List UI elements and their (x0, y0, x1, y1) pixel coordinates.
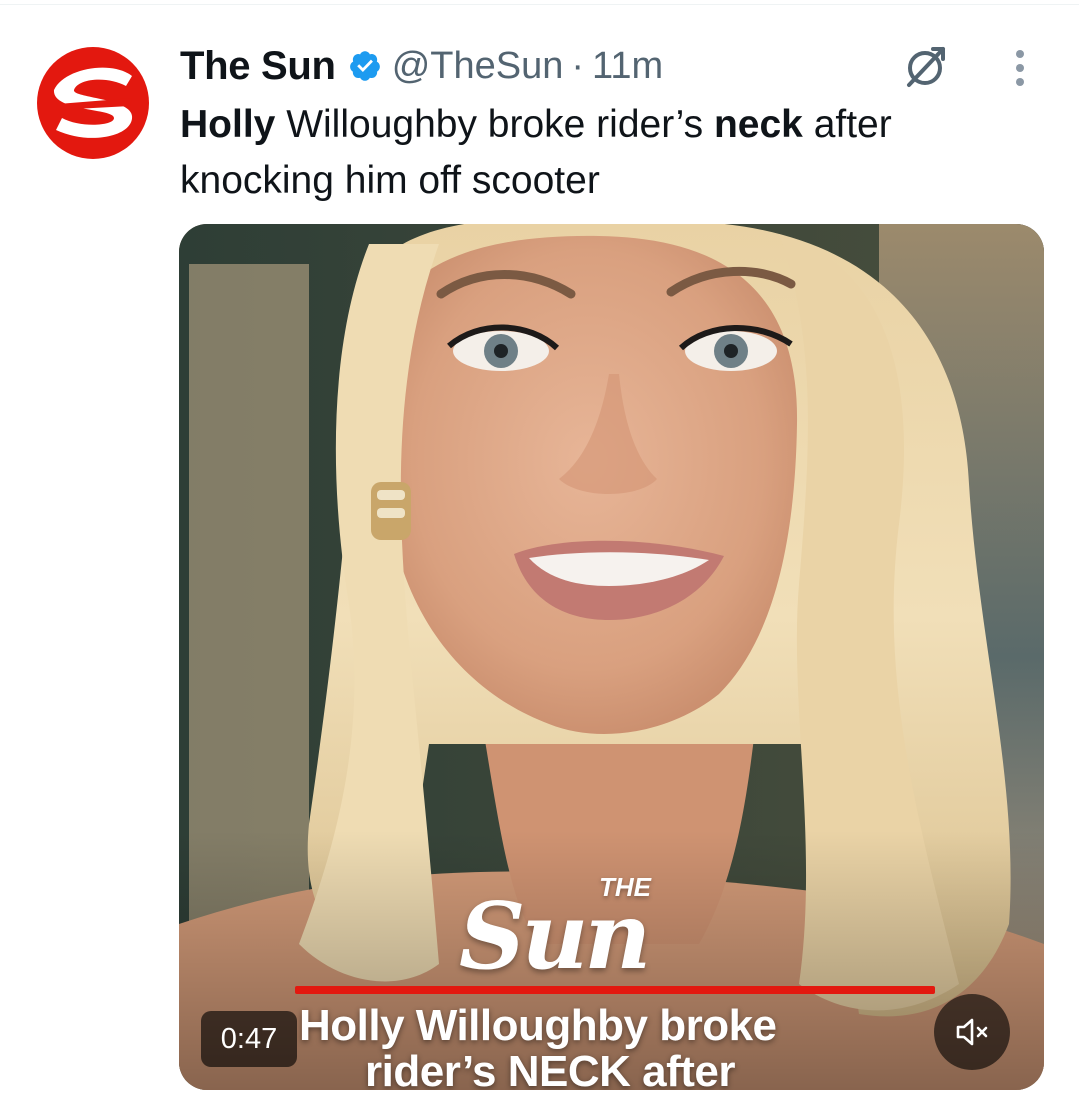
speaker-muted-icon (956, 1018, 988, 1046)
verified-badge-icon (348, 49, 382, 83)
tweet-text: Holly Willoughby broke rider’s neck afte… (180, 97, 1040, 209)
caption-line-2: rider’s NECK after (365, 1047, 736, 1091)
author-name[interactable]: The Sun (180, 44, 336, 89)
timestamp[interactable]: 11m (592, 45, 663, 88)
grok-icon (907, 47, 945, 87)
author-handle[interactable]: @TheSun (392, 45, 564, 88)
separator-dot: · (571, 44, 585, 87)
video-caption: Holly Willoughby broke rider’s NECK afte… (299, 1001, 999, 1091)
grok-button[interactable] (898, 40, 954, 92)
more-options-icon (1016, 50, 1024, 86)
avatar[interactable] (34, 46, 152, 160)
unmute-button[interactable] (934, 994, 1010, 1070)
the-sun-logo-avatar-icon (37, 47, 149, 159)
logo-sun-text: Sun (459, 882, 651, 990)
video-duration: 0:47 (201, 1011, 297, 1067)
caption-red-bar (295, 986, 935, 994)
more-options-button[interactable] (1000, 44, 1040, 92)
top-divider (0, 4, 1079, 5)
video-player[interactable]: THE Sun Holly Willoughby broke rider’s N… (179, 224, 1044, 1090)
tweet-text-bold-holly: Holly (180, 103, 276, 146)
tweet-text-part: Willoughby broke rider’s (275, 103, 714, 146)
tweet-text-bold-neck: neck (713, 103, 803, 146)
tweet-header: The Sun @TheSun · 11m (180, 38, 663, 94)
the-sun-video-logo: THE Sun (459, 868, 759, 990)
caption-line-1: Holly Willoughby broke (299, 1001, 777, 1050)
